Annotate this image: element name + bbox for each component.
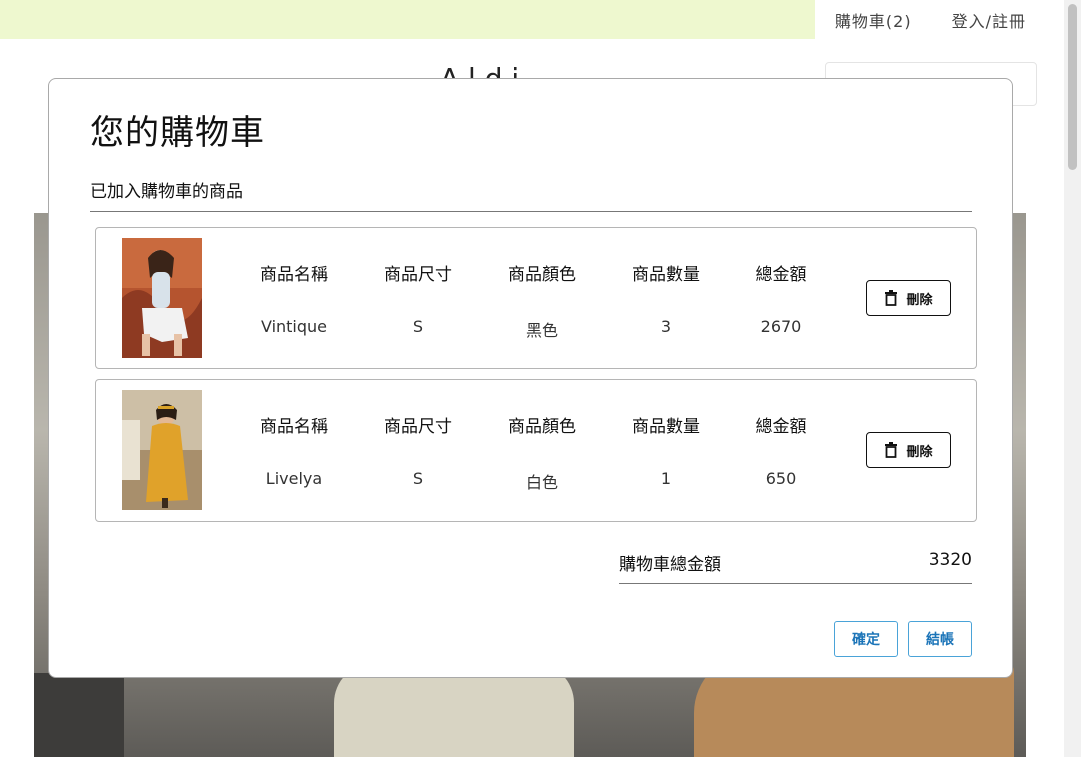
page-scrollbar[interactable]: [1064, 0, 1081, 757]
product-size-column: 商品尺寸 S: [363, 260, 473, 336]
hero-shape-dark: [34, 673, 124, 757]
product-total: 2670: [760, 317, 802, 336]
delete-button[interactable]: 刪除: [866, 280, 951, 316]
product-size: S: [412, 317, 424, 336]
cart-item: 商品名稱 Vintique 商品尺寸 S 商品顏色 黑色 商品數量 3 總金額 …: [95, 227, 977, 369]
product-total: 650: [765, 469, 797, 488]
trash-icon: [885, 290, 898, 306]
trash-icon: [885, 442, 898, 458]
product-quantity: 1: [660, 469, 672, 488]
product-name-column: 商品名稱 Livelya: [239, 412, 349, 488]
column-header: 商品數量: [632, 265, 700, 285]
product-size-column: 商品尺寸 S: [363, 412, 473, 488]
column-header: 商品尺寸: [384, 417, 452, 437]
divider: [90, 211, 972, 212]
login-register-link[interactable]: 登入/註冊: [952, 8, 1026, 32]
product-quantity: 3: [660, 317, 672, 336]
product-name: Livelya: [265, 469, 323, 488]
column-header: 總金額: [755, 265, 807, 285]
scrollbar-thumb[interactable]: [1068, 4, 1077, 170]
column-header: 商品名稱: [260, 265, 328, 285]
delete-label: 刪除: [906, 444, 933, 460]
cart-total-label: 購物車總金額: [619, 555, 721, 575]
product-total-column: 總金額 650: [726, 412, 836, 488]
product-quantity-column: 商品數量 1: [611, 412, 721, 488]
product-image: [122, 238, 202, 358]
column-header: 商品名稱: [260, 417, 328, 437]
checkout-button[interactable]: 結帳: [908, 621, 972, 657]
cart-modal: 您的購物車 已加入購物車的商品 商品名稱 Vintique 商品尺寸 S 商品顏…: [48, 78, 1013, 678]
cart-item: 商品名稱 Livelya 商品尺寸 S 商品顏色 白色 商品數量 1 總金額 6…: [95, 379, 977, 522]
product-color: 白色: [525, 473, 558, 492]
product-name-column: 商品名稱 Vintique: [239, 260, 349, 336]
column-header: 商品數量: [632, 417, 700, 437]
product-name: Vintique: [260, 317, 328, 336]
product-size: S: [412, 469, 424, 488]
delete-label: 刪除: [906, 292, 933, 308]
column-header: 總金額: [755, 417, 807, 437]
column-header: 商品顏色: [508, 417, 576, 437]
top-nav: 購物車(2) 登入/註冊: [814, 0, 1046, 39]
section-label: 已加入購物車的商品: [90, 182, 243, 202]
product-total-column: 總金額 2670: [726, 260, 836, 336]
modal-title: 您的購物車: [90, 113, 265, 153]
product-image: [122, 390, 202, 510]
delete-button[interactable]: 刪除: [866, 432, 951, 468]
confirm-button[interactable]: 確定: [834, 621, 898, 657]
product-quantity-column: 商品數量 3: [611, 260, 721, 336]
divider: [619, 583, 972, 584]
cart-link[interactable]: 購物車(2): [835, 8, 912, 32]
column-header: 商品顏色: [508, 265, 576, 285]
column-header: 商品尺寸: [384, 265, 452, 285]
product-color-column: 商品顏色 黑色: [487, 260, 597, 341]
cart-total-value: 3320: [928, 550, 972, 570]
product-color: 黑色: [525, 321, 558, 340]
product-color-column: 商品顏色 白色: [487, 412, 597, 493]
